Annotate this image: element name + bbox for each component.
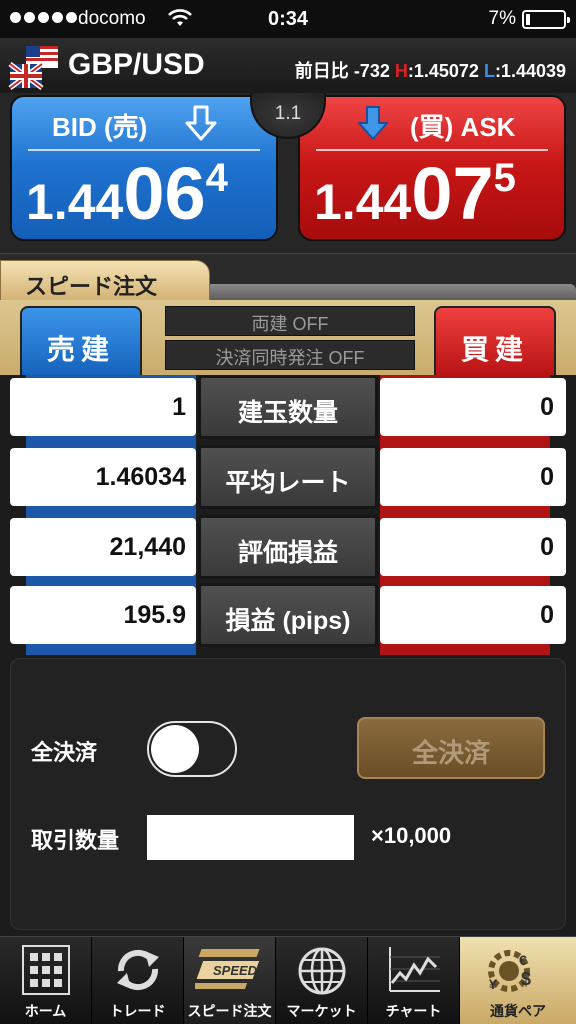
- quote-panel: BID (売) 1.44064 1.1 (買) ASK 1.44075: [0, 93, 576, 253]
- nav-home[interactable]: ホーム: [0, 937, 92, 1024]
- hedge-option-badge[interactable]: 両建 OFF: [165, 306, 415, 336]
- svg-text:¥: ¥: [489, 976, 497, 992]
- grid-icon: [21, 945, 70, 995]
- battery-percent: 7%: [488, 8, 516, 29]
- nav-label: トレード: [109, 1003, 166, 1019]
- table-row: 1.46034 平均レート 0: [10, 445, 566, 509]
- table-row: 1 建玉数量 0: [10, 375, 566, 439]
- settle-all-label: 全決済: [31, 740, 98, 765]
- bid-price-button[interactable]: BID (売) 1.44064: [10, 95, 278, 241]
- buy-average-rate: 0: [380, 448, 566, 506]
- nav-label: ホーム: [24, 1003, 67, 1019]
- sell-pl-pips: 195.9: [10, 586, 196, 644]
- high-value: :1.45072: [407, 61, 479, 81]
- quantity-label: 取引数量: [31, 828, 120, 853]
- svg-text:$: $: [521, 969, 531, 989]
- table-row: 21,440 評価損益 0: [10, 515, 566, 579]
- currency-icon: € ¥ $: [488, 950, 531, 992]
- status-bar: docomo 0:34 7%: [0, 0, 576, 38]
- change-value: -732: [353, 61, 390, 81]
- quantity-unit: ×10,000: [371, 823, 452, 848]
- low-prefix: L: [483, 61, 495, 81]
- nav-speed-order[interactable]: SPEED スピード注文: [184, 937, 276, 1024]
- nav-trade[interactable]: トレード: [92, 937, 184, 1024]
- arrow-down-icon: [358, 106, 388, 140]
- low-value: :1.44039: [494, 61, 566, 81]
- ask-price-button[interactable]: (買) ASK 1.44075: [298, 95, 566, 241]
- sell-order-button[interactable]: 売建: [20, 306, 142, 380]
- row-label: 損益 (pips): [198, 583, 378, 647]
- ask-label: (買) ASK: [410, 112, 516, 142]
- nav-label: マーケット: [286, 1003, 357, 1019]
- nav-label: チャート: [385, 1003, 442, 1019]
- tab-speed-order[interactable]: スピード注文: [0, 260, 210, 301]
- daily-stats: 前日比 -732 H:1.45072 L:1.44039: [295, 57, 566, 83]
- high-prefix: H: [394, 61, 408, 81]
- svg-text:€: €: [519, 952, 527, 968]
- buy-position-qty: 0: [380, 378, 566, 436]
- nav-market[interactable]: マーケット: [276, 937, 368, 1024]
- table-row: 195.9 損益 (pips) 0: [10, 583, 566, 647]
- nav-chart[interactable]: チャート: [368, 937, 460, 1024]
- bid-label: BID (売): [52, 112, 148, 142]
- quantity-input[interactable]: [147, 815, 354, 860]
- globe-icon: [298, 947, 345, 995]
- ask-price: 1.44075: [314, 152, 516, 235]
- position-table: 1 建玉数量 0 1.46034 平均レート 0 21,440 評価損益 0 1…: [0, 375, 576, 655]
- nav-label: スピード注文: [187, 1003, 272, 1019]
- arrow-down-icon: [185, 105, 217, 141]
- chart-icon: [388, 947, 440, 992]
- battery-icon: [522, 10, 570, 29]
- row-label: 評価損益: [198, 515, 378, 579]
- buy-pl-pips: 0: [380, 586, 566, 644]
- order-panel: 売建 両建 OFF 決済同時発注 OFF 買建: [0, 300, 576, 380]
- sell-average-rate: 1.46034: [10, 448, 196, 506]
- sell-unrealized-pl: 21,440: [10, 518, 196, 576]
- bid-price: 1.44064: [26, 152, 228, 235]
- refresh-icon: [116, 949, 159, 991]
- row-label: 建玉数量: [198, 375, 378, 439]
- buy-order-button[interactable]: 買建: [434, 306, 556, 380]
- speed-icon: SPEED: [194, 949, 260, 989]
- pair-header: GBP/USD 前日比 -732 H:1.45072 L:1.44039: [0, 38, 576, 93]
- settlement-panel: 全決済 全決済 取引数量 ×10,000: [10, 658, 566, 930]
- change-label: 前日比: [294, 61, 349, 81]
- svg-text:SPEED: SPEED: [213, 963, 258, 978]
- sell-position-qty: 1: [10, 378, 196, 436]
- simultaneous-settle-badge[interactable]: 決済同時発注 OFF: [165, 340, 415, 370]
- row-label: 平均レート: [198, 445, 378, 509]
- buy-unrealized-pl: 0: [380, 518, 566, 576]
- settle-all-toggle[interactable]: [147, 721, 237, 777]
- currency-pair-title: GBP/USD: [68, 48, 205, 81]
- gbp-usd-flag-icon: [8, 46, 58, 90]
- nav-currency-pair[interactable]: € ¥ $ 通貨ペア: [460, 937, 576, 1024]
- tab-bar: スピード注文: [0, 253, 576, 301]
- settle-all-button[interactable]: 全決済: [357, 717, 545, 779]
- nav-label: 通貨ペア: [490, 1003, 546, 1019]
- bottom-navigation: ホーム トレード SPEED スピード注文 マーケット チャート € ¥ $ 通…: [0, 936, 576, 1024]
